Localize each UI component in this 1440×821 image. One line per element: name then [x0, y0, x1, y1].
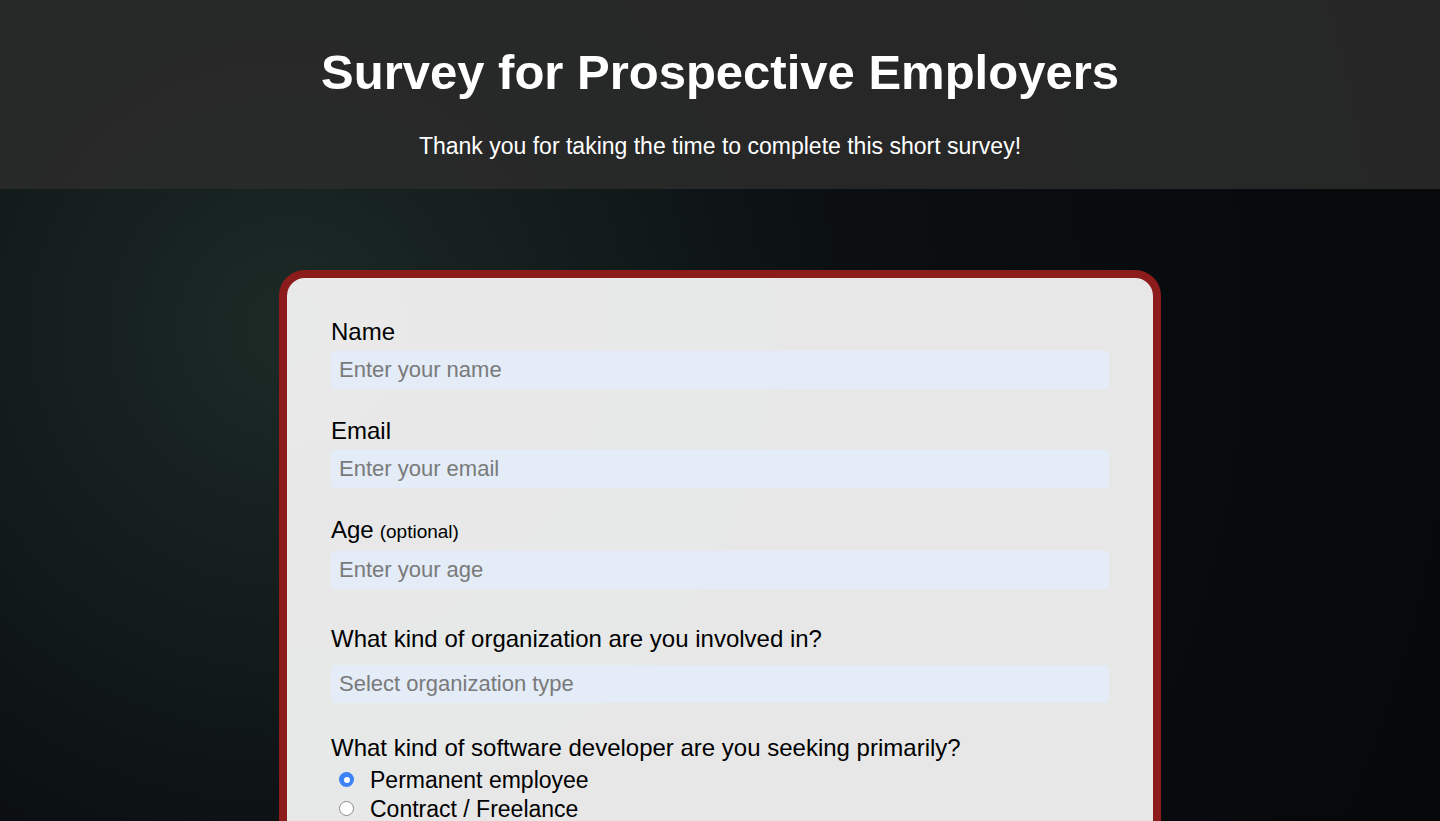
- question-label: What kind of software developer are you …: [331, 734, 1109, 762]
- developer-question: What kind of software developer are you …: [331, 734, 1109, 821]
- radio-button[interactable]: [339, 772, 354, 787]
- radio-label: Contract / Freelance: [370, 795, 578, 821]
- form-field: What kind of organization are you involv…: [331, 625, 1109, 703]
- select-field[interactable]: Select organization type: [331, 665, 1109, 703]
- text-input[interactable]: Enter your name: [331, 351, 1109, 389]
- survey-form: Name Enter your name Email Enter your email…: [279, 270, 1161, 821]
- field-label: What kind of organization are you involv…: [331, 625, 1109, 653]
- page: Survey for Prospective Employers Thank yo…: [0, 0, 1440, 821]
- form-wrapper: Name Enter your name Email Enter your email…: [0, 189, 1440, 821]
- radio-option[interactable]: Contract / Freelance: [331, 794, 1109, 821]
- radio-dot-icon: [344, 777, 350, 783]
- page-subtitle: Thank you for taking the time to complet…: [419, 132, 1021, 160]
- field-note: (optional): [380, 521, 459, 542]
- field-label: Email: [331, 417, 1109, 445]
- radio-group: Permanent employeeContract / Freelance: [331, 765, 1109, 821]
- text-input[interactable]: Enter your email: [331, 450, 1109, 488]
- field-label: Name: [331, 318, 1109, 346]
- text-input[interactable]: Enter your age: [331, 551, 1109, 589]
- form-field: Age(optional) Enter your age: [331, 516, 1109, 589]
- field-label: Age(optional): [331, 516, 1109, 546]
- radio-label: Permanent employee: [370, 766, 589, 794]
- radio-option[interactable]: Permanent employee: [331, 765, 1109, 794]
- page-title: Survey for Prospective Employers: [321, 42, 1119, 102]
- form-field: Email Enter your email: [331, 417, 1109, 488]
- page-header: Survey for Prospective Employers Thank yo…: [0, 0, 1440, 189]
- radio-button[interactable]: [339, 801, 354, 816]
- form-field: Name Enter your name: [331, 318, 1109, 389]
